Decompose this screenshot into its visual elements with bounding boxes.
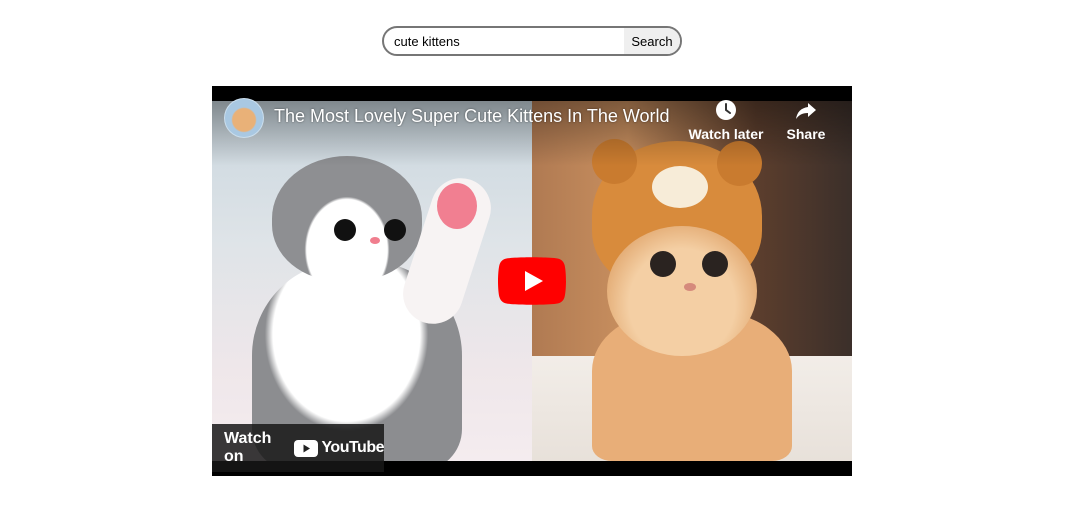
watch-later-button[interactable]: Watch later bbox=[686, 98, 766, 142]
youtube-embed-player[interactable]: The Most Lovely Super Cute Kittens In Th… bbox=[212, 86, 852, 476]
play-button-icon[interactable] bbox=[498, 257, 566, 305]
youtube-wordmark: YouTube bbox=[321, 439, 384, 456]
kitten-eye bbox=[334, 219, 356, 241]
video-title[interactable]: The Most Lovely Super Cute Kittens In Th… bbox=[274, 106, 674, 127]
kitten-eye bbox=[384, 219, 406, 241]
watch-on-youtube-button[interactable]: Watch on YouTube bbox=[212, 424, 384, 472]
search-input[interactable] bbox=[384, 28, 624, 54]
youtube-play-icon bbox=[294, 439, 319, 457]
share-button[interactable]: Share bbox=[766, 98, 846, 142]
kitten-eye bbox=[650, 251, 676, 277]
watch-on-label: Watch on bbox=[224, 430, 272, 465]
orange-kitten-face bbox=[607, 226, 757, 356]
bear-hat-face bbox=[652, 166, 708, 208]
kitten-nose bbox=[370, 237, 380, 244]
watch-later-label: Watch later bbox=[688, 126, 764, 142]
share-arrow-icon bbox=[796, 103, 816, 119]
search-button[interactable]: Search bbox=[624, 28, 680, 54]
kitten-eye bbox=[702, 251, 728, 277]
youtube-logo: YouTube bbox=[294, 439, 384, 457]
clock-icon bbox=[716, 100, 736, 120]
share-label: Share bbox=[786, 126, 826, 142]
channel-avatar[interactable] bbox=[224, 98, 264, 138]
search-form: Search bbox=[382, 26, 682, 56]
paw-pad bbox=[437, 183, 477, 229]
kitten-nose bbox=[684, 283, 696, 291]
